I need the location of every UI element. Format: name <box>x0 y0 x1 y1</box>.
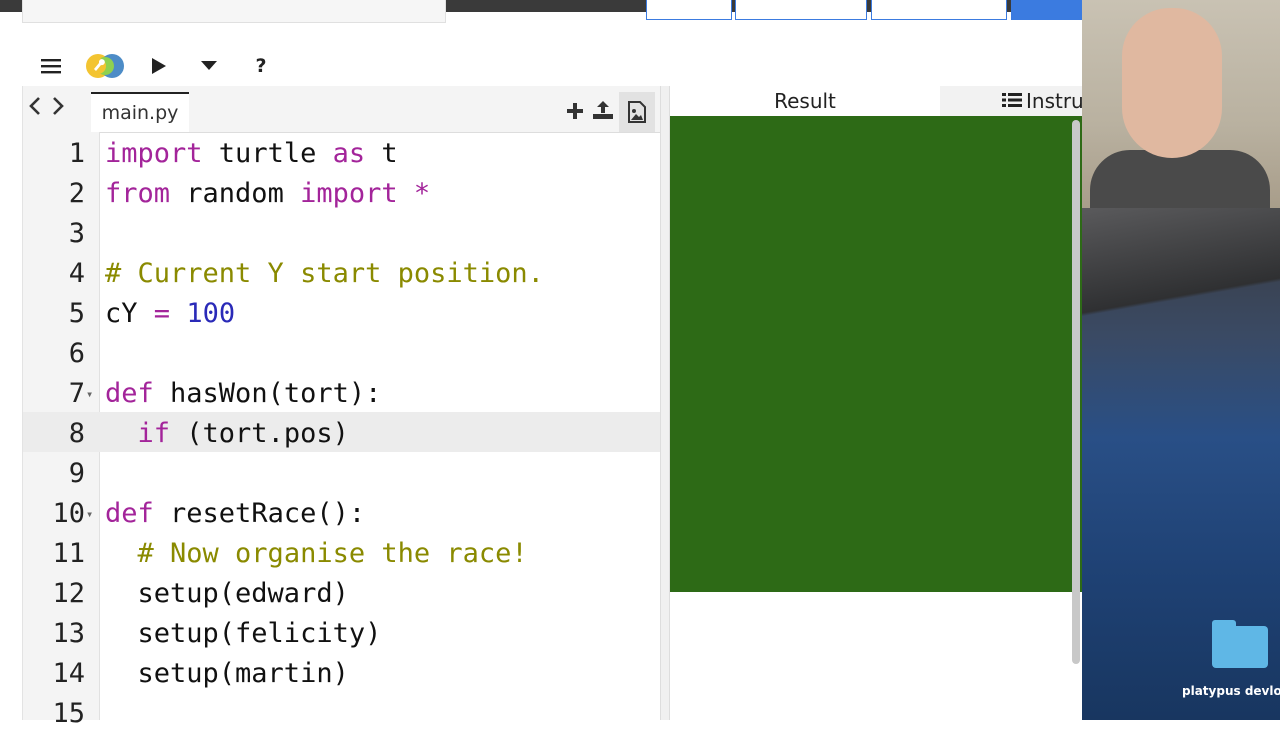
code-text: setup(felicity) <box>105 618 382 649</box>
plus-icon[interactable] <box>567 100 583 124</box>
top-button-3[interactable] <box>871 0 1007 20</box>
editor-toolbar: ? <box>22 46 1082 87</box>
line-number: 11 <box>52 538 85 569</box>
upload-icon[interactable] <box>593 100 613 124</box>
desktop-rock <box>1082 208 1280 348</box>
line-number: 10 <box>52 498 85 529</box>
code-text: def resetRace(): <box>105 498 366 529</box>
line-number: 2 <box>68 178 85 209</box>
code-text: cY = 100 <box>105 298 236 329</box>
top-button-2[interactable] <box>735 0 867 20</box>
line-number: 15 <box>52 698 85 729</box>
code-line[interactable]: 9 <box>23 454 661 494</box>
webcam-video <box>1082 0 1280 208</box>
code-line[interactable]: 3 <box>23 214 661 254</box>
line-number: 9 <box>68 458 85 489</box>
code-line[interactable]: 15 <box>23 694 661 734</box>
code-text: import turtle as t <box>105 138 398 169</box>
code-text: # Current Y start position. <box>105 258 544 289</box>
code-line[interactable]: 5 cY = 100 <box>23 294 661 334</box>
tab-result-label: Result <box>774 89 836 113</box>
top-button-1[interactable] <box>646 0 732 20</box>
code-text: def hasWon(tort): <box>105 378 382 409</box>
code-line[interactable]: 11 # Now organise the race! <box>23 534 661 574</box>
code-editor: main.py 1 import turtle as t 2 from random … <box>22 86 661 729</box>
code-line[interactable]: 13 setup(felicity) <box>23 614 661 654</box>
code-text: if (tort.pos) <box>137 418 349 449</box>
caret-down-icon[interactable] <box>184 46 234 86</box>
chevron-left-icon[interactable] <box>28 96 42 121</box>
image-icon[interactable] <box>619 92 655 132</box>
result-tab-bar: Result Instru <box>670 86 1082 117</box>
line-number: 8 <box>68 418 85 449</box>
play-icon[interactable] <box>134 46 184 86</box>
desktop-background: platypus devlo <box>1082 208 1280 720</box>
code-text: setup(martin) <box>105 658 349 689</box>
folder-icon[interactable] <box>1212 626 1268 668</box>
turtle-canvas <box>670 116 1082 592</box>
code-line[interactable]: 7 ▾ def hasWon(tort): <box>23 374 661 414</box>
tab-label: main.py <box>101 102 179 124</box>
line-number: 13 <box>52 618 85 649</box>
code-text: # Now organise the race! <box>137 538 528 569</box>
pane-splitter[interactable] <box>660 86 670 720</box>
line-number: 1 <box>68 138 85 169</box>
webcam-shirt <box>1090 150 1270 208</box>
address-bar-fragment <box>22 0 446 23</box>
editor-tab-bar: main.py <box>23 86 661 133</box>
top-button-primary[interactable] <box>1011 0 1082 20</box>
code-line[interactable]: 14 setup(martin) <box>23 654 661 694</box>
tab-instructions-label: Instru <box>1026 89 1082 113</box>
fold-arrow-icon[interactable]: ▾ <box>86 374 93 414</box>
list-icon <box>1002 89 1022 113</box>
code-line[interactable]: 10 ▾ def resetRace(): <box>23 494 661 534</box>
line-number: 14 <box>52 658 85 689</box>
line-number: 12 <box>52 578 85 609</box>
line-number: 5 <box>68 298 85 329</box>
chevron-right-icon[interactable] <box>51 96 65 121</box>
line-number: 7 <box>68 378 85 409</box>
folder-label: platypus devlo <box>1182 684 1280 698</box>
code-line[interactable]: 6 <box>23 334 661 374</box>
code-text: from random import * <box>105 178 431 209</box>
code-line[interactable]: 1 import turtle as t <box>23 134 661 174</box>
code-text: setup(edward) <box>105 578 349 609</box>
code-line[interactable]: 2 from random import * <box>23 174 661 214</box>
webcam-face <box>1122 8 1222 158</box>
code-line[interactable]: 12 setup(edward) <box>23 574 661 614</box>
line-number: 3 <box>68 218 85 249</box>
code-line[interactable]: 4 # Current Y start position. <box>23 254 661 294</box>
python-logo-icon[interactable] <box>80 46 130 86</box>
question-icon[interactable]: ? <box>236 46 286 86</box>
scrollbar[interactable] <box>1072 120 1080 664</box>
hamburger-icon[interactable] <box>26 46 76 86</box>
tab-result[interactable]: Result <box>670 86 940 117</box>
fold-arrow-icon[interactable]: ▾ <box>86 494 93 534</box>
tab-main-py[interactable]: main.py <box>91 92 189 132</box>
code-line[interactable]: 8 if (tort.pos) <box>23 414 661 454</box>
line-number: 4 <box>68 258 85 289</box>
tab-instructions[interactable]: Instru <box>940 86 1082 116</box>
line-number: 6 <box>68 338 85 369</box>
